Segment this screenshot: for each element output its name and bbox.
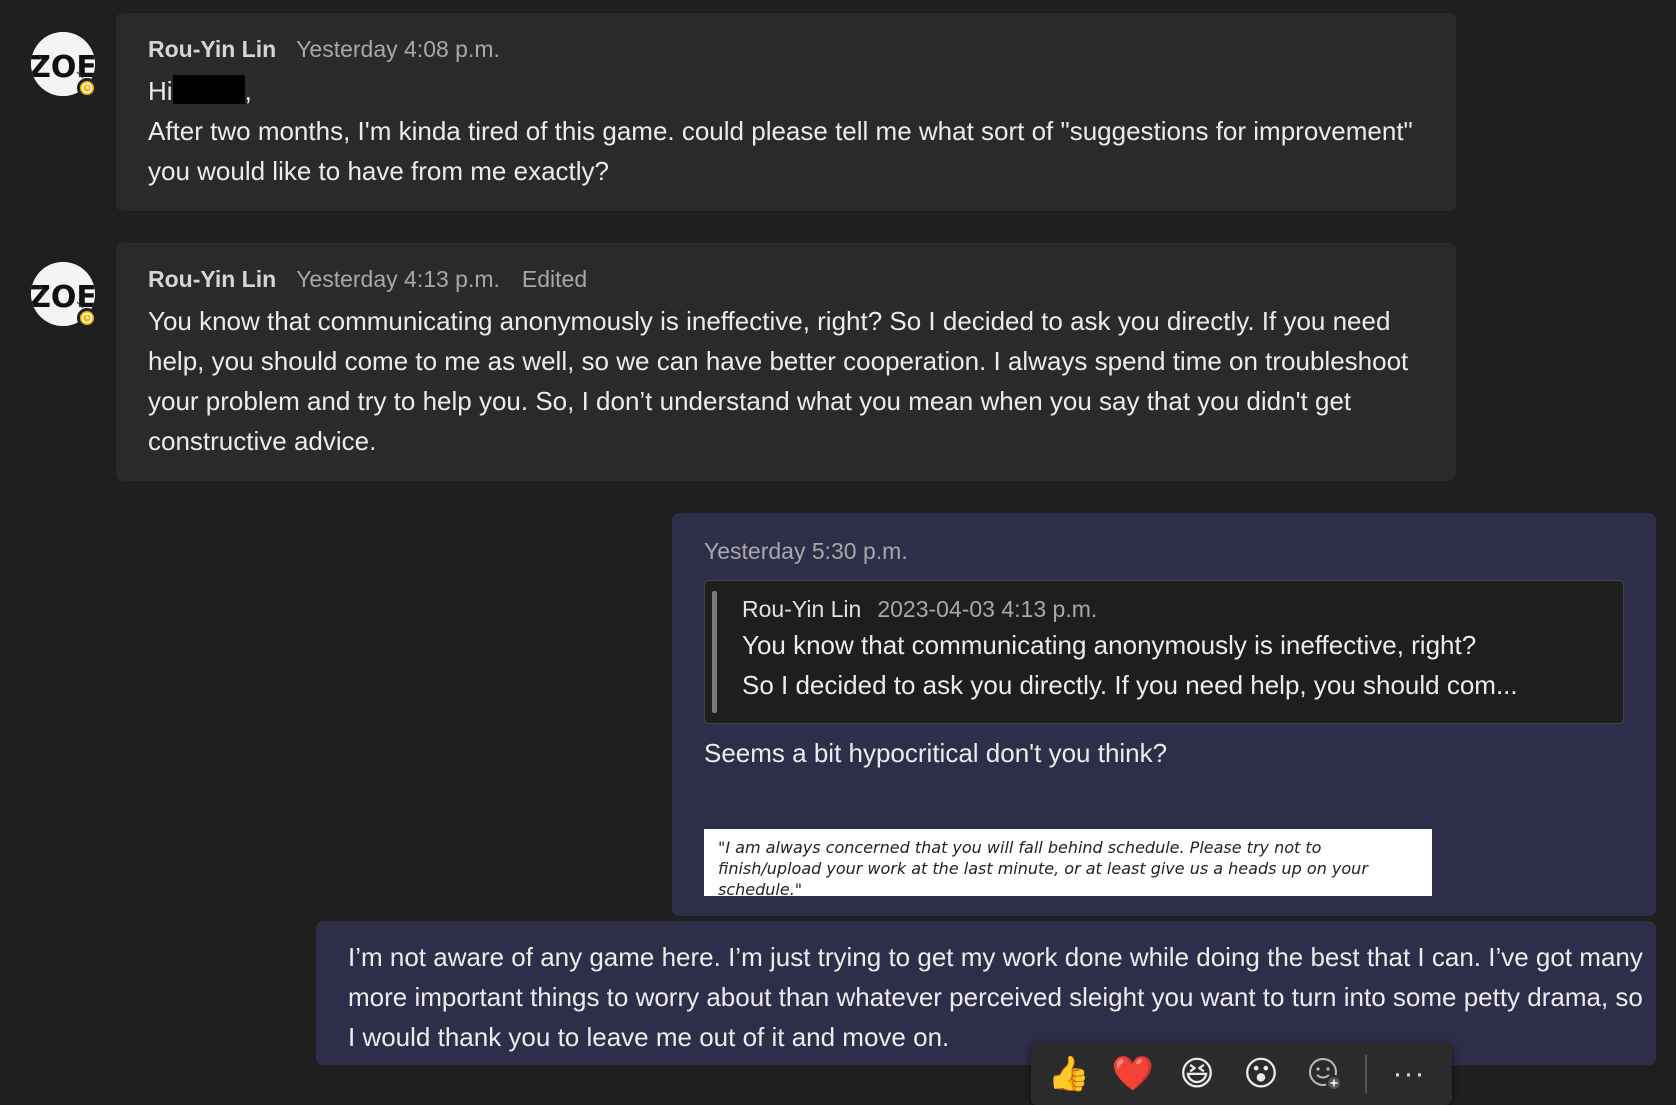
message-text: You know that communicating anonymously … [148, 306, 1409, 456]
more-options-button[interactable]: ··· [1387, 1052, 1431, 1096]
quote-header: Rou-Yin Lin 2023-04-03 4:13 p.m. [742, 595, 1518, 623]
away-status-icon [77, 308, 97, 328]
message-text: After two months, I'm kinda tired of thi… [148, 116, 1413, 186]
ellipsis-icon: ··· [1392, 1057, 1426, 1090]
surprised-reaction-button[interactable]: 😮 [1239, 1052, 1283, 1096]
message-timestamp: Yesterday 5:30 p.m. [704, 538, 908, 564]
own-message-bubble[interactable]: I’m not aware of any game here. I’m just… [316, 921, 1656, 1065]
greeting: Hi [148, 76, 173, 106]
attached-image-text: "I am always concerned that you will fal… [718, 838, 1368, 899]
add-emoji-icon [1309, 1058, 1342, 1091]
sender-name: Rou-Yin Lin [148, 36, 277, 62]
thumbs-up-icon: 👍 [1047, 1055, 1091, 1093]
edited-label: Edited [521, 266, 588, 292]
greeting-suffix: , [244, 76, 252, 106]
away-status-icon [77, 78, 97, 98]
message-header: Yesterday 5:30 p.m. [704, 537, 908, 565]
quote-timestamp: 2023-04-03 4:13 p.m. [877, 596, 1098, 622]
laugh-reaction-button[interactable]: 😆 [1175, 1052, 1219, 1096]
message-timestamp: Yesterday 4:08 p.m. [296, 36, 500, 62]
message-body: Hi, After two months, I'm kinda tired of… [148, 71, 1426, 191]
sender-name: Rou-Yin Lin [148, 266, 277, 292]
own-message-bubble[interactable]: Yesterday 5:30 p.m. Rou-Yin Lin 2023-04-0… [672, 513, 1656, 916]
redacted-name [172, 75, 245, 104]
add-reaction-button[interactable] [1303, 1052, 1347, 1096]
message-timestamp: Yesterday 4:13 p.m. [296, 266, 500, 292]
message-bubble[interactable]: Rou-Yin Lin Yesterday 4:08 p.m. Hi, After… [116, 13, 1456, 211]
message-header: Rou-Yin Lin Yesterday 4:08 p.m. [148, 35, 1426, 63]
heart-reaction-button[interactable]: ❤️ [1111, 1052, 1155, 1096]
like-reaction-button[interactable]: 👍 [1047, 1052, 1091, 1096]
attached-image[interactable]: "I am always concerned that you will fal… [704, 829, 1432, 899]
quote-bar [712, 591, 717, 713]
quoted-message[interactable]: Rou-Yin Lin 2023-04-03 4:13 p.m. You know… [704, 580, 1624, 724]
message-text: Seems a bit hypocritical don't you think… [704, 738, 1168, 768]
quote-line-2: So I decided to ask you directly. If you… [742, 670, 1518, 700]
sender-avatar[interactable]: ZOE [31, 262, 97, 328]
sender-avatar[interactable]: ZOE [31, 32, 97, 98]
reaction-toolbar: 👍 ❤️ 😆 😮 ··· [1031, 1043, 1452, 1105]
laughing-face-icon: 😆 [1179, 1055, 1215, 1093]
quote-line-1: You know that communicating anonymously … [742, 630, 1477, 660]
heart-icon: ❤️ [1111, 1055, 1155, 1093]
message-header: Rou-Yin Lin Yesterday 4:13 p.m. Edited [148, 265, 1426, 293]
toolbar-divider [1365, 1055, 1367, 1093]
quote-sender: Rou-Yin Lin [742, 596, 862, 622]
message-text: I’m not aware of any game here. I’m just… [348, 942, 1643, 1052]
message-bubble[interactable]: Rou-Yin Lin Yesterday 4:13 p.m. Edited You… [116, 243, 1456, 481]
surprised-face-icon: 😮 [1243, 1055, 1279, 1093]
